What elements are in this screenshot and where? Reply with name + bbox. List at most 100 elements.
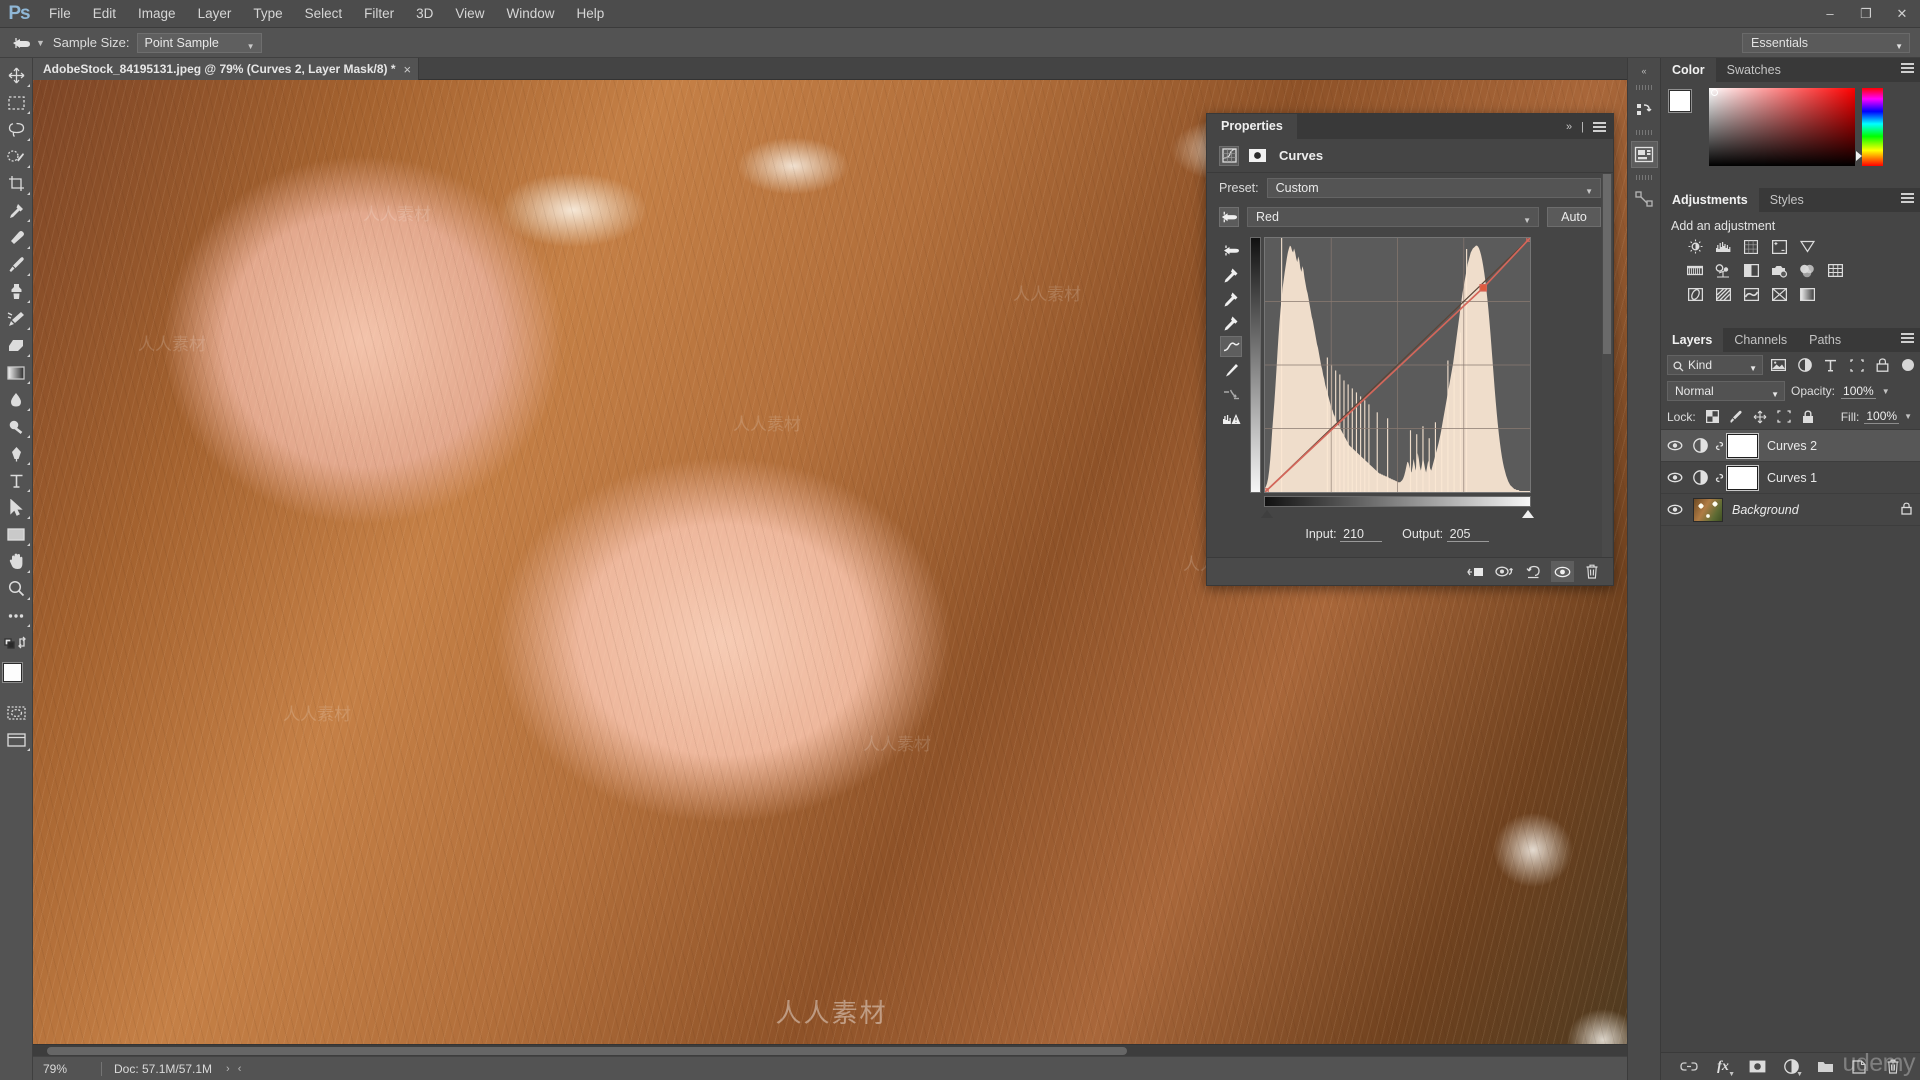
tab-layers[interactable]: Layers bbox=[1661, 328, 1724, 352]
foreground-color-swatch[interactable] bbox=[1669, 90, 1691, 112]
black-point-eyedropper-icon[interactable] bbox=[1220, 264, 1242, 285]
spot-healing-brush-tool[interactable] bbox=[1, 224, 32, 251]
menu-image[interactable]: Image bbox=[127, 0, 187, 28]
tab-adjustments[interactable]: Adjustments bbox=[1661, 188, 1759, 212]
curves-icon[interactable] bbox=[1739, 237, 1763, 256]
panel-grip[interactable] bbox=[1635, 85, 1653, 90]
panel-menu-icon[interactable] bbox=[1901, 193, 1914, 203]
zoom-tool[interactable] bbox=[1, 575, 32, 602]
adjustment-layer-icon[interactable] bbox=[1687, 470, 1713, 485]
layer-visibility-icon[interactable] bbox=[1663, 472, 1687, 483]
move-tool[interactable] bbox=[1, 62, 32, 89]
close-icon[interactable]: × bbox=[404, 62, 412, 77]
link-layers-icon[interactable] bbox=[1679, 1057, 1699, 1077]
panel-menu-icon[interactable] bbox=[1901, 63, 1914, 73]
add-layer-mask-icon[interactable] bbox=[1747, 1057, 1767, 1077]
filter-adjustment-layers-icon[interactable] bbox=[1794, 355, 1815, 375]
rectangular-marquee-tool[interactable] bbox=[1, 89, 32, 116]
status-collapse-icon[interactable]: ‹ bbox=[238, 1063, 242, 1075]
menu-view[interactable]: View bbox=[444, 0, 495, 28]
layer-name[interactable]: Background bbox=[1732, 503, 1799, 517]
menu-select[interactable]: Select bbox=[294, 0, 354, 28]
blend-mode-select[interactable]: Normal ▼ bbox=[1667, 381, 1785, 401]
hue-strip[interactable] bbox=[1856, 88, 1883, 166]
foreground-color-swatch[interactable] bbox=[2, 663, 22, 682]
filter-kind-select[interactable]: Kind ▼ bbox=[1667, 355, 1763, 375]
layer-style-icon[interactable]: fx ▼ bbox=[1713, 1057, 1735, 1078]
properties-scrollbar[interactable] bbox=[1602, 174, 1612, 574]
layer-visibility-icon[interactable] bbox=[1663, 440, 1687, 451]
tab-swatches[interactable]: Swatches bbox=[1716, 58, 1792, 82]
foreground-background-color[interactable] bbox=[1, 662, 32, 694]
color-lookup-icon[interactable] bbox=[1823, 261, 1847, 280]
canvas-horizontal-scrollbar[interactable] bbox=[33, 1044, 1710, 1056]
brightness-contrast-icon[interactable] bbox=[1683, 237, 1707, 256]
smooth-curve-icon[interactable] bbox=[1220, 384, 1242, 405]
panel-menu-icon[interactable] bbox=[1901, 333, 1914, 343]
black-point-slider[interactable] bbox=[1261, 510, 1273, 518]
hue-slider-marker[interactable] bbox=[1856, 151, 1862, 161]
black-white-icon[interactable] bbox=[1739, 261, 1763, 280]
path-selection-tool[interactable] bbox=[1, 494, 32, 521]
output-value[interactable]: 205 bbox=[1446, 527, 1489, 542]
view-previous-state-icon[interactable] bbox=[1493, 561, 1516, 582]
menu-3d[interactable]: 3D bbox=[405, 0, 444, 28]
opacity-value[interactable]: 100% bbox=[1841, 384, 1876, 399]
table-row[interactable]: Curves 2 bbox=[1661, 430, 1920, 462]
menu-help[interactable]: Help bbox=[565, 0, 615, 28]
curve-point-tool-icon[interactable] bbox=[1220, 336, 1242, 357]
horizontal-type-tool[interactable] bbox=[1, 467, 32, 494]
photo-filter-icon[interactable] bbox=[1767, 261, 1791, 280]
menu-type[interactable]: Type bbox=[242, 0, 293, 28]
tab-channels[interactable]: Channels bbox=[1723, 328, 1798, 352]
quick-selection-tool[interactable] bbox=[1, 143, 32, 170]
edit-toolbar-tool[interactable] bbox=[1, 602, 32, 629]
channel-mixer-icon[interactable] bbox=[1795, 261, 1819, 280]
lock-position-icon[interactable] bbox=[1751, 407, 1770, 426]
toggle-visibility-icon[interactable] bbox=[1551, 561, 1574, 582]
zoom-level[interactable]: 79% bbox=[43, 1062, 99, 1076]
layer-name[interactable]: Curves 2 bbox=[1767, 439, 1817, 453]
layer-link-icon[interactable] bbox=[1713, 471, 1726, 485]
levels-icon[interactable] bbox=[1711, 237, 1735, 256]
layer-name[interactable]: Curves 1 bbox=[1767, 471, 1817, 485]
tab-color[interactable]: Color bbox=[1661, 58, 1716, 82]
paths-panel-icon[interactable] bbox=[1630, 186, 1658, 213]
table-row[interactable]: Background bbox=[1661, 494, 1920, 526]
curves-icon[interactable] bbox=[1219, 145, 1239, 166]
pencil-draw-curve-icon[interactable] bbox=[1220, 360, 1242, 381]
clip-to-layer-icon[interactable] bbox=[1464, 561, 1487, 582]
channel-select[interactable]: Red ▼ bbox=[1247, 207, 1539, 227]
layer-mask-thumbnail-icon[interactable] bbox=[1247, 146, 1267, 166]
curves-graph[interactable] bbox=[1264, 237, 1531, 493]
menu-filter[interactable]: Filter bbox=[353, 0, 405, 28]
layer-mask-thumbnail[interactable] bbox=[1727, 465, 1758, 490]
quick-mask-mode-icon[interactable] bbox=[1, 699, 32, 726]
menu-layer[interactable]: Layer bbox=[187, 0, 243, 28]
history-brush-tool[interactable] bbox=[1, 305, 32, 332]
eyedropper-tool[interactable] bbox=[1, 197, 32, 224]
lock-image-pixels-icon[interactable] bbox=[1727, 407, 1746, 426]
rectangle-tool[interactable] bbox=[1, 521, 32, 548]
adjustment-layer-icon[interactable] bbox=[1687, 438, 1713, 453]
collapse-icon[interactable]: » bbox=[1566, 121, 1572, 133]
eyedropper-icon[interactable] bbox=[8, 31, 34, 54]
blur-tool[interactable] bbox=[1, 386, 32, 413]
white-point-eyedropper-icon[interactable] bbox=[1220, 312, 1242, 333]
histogram-options-icon[interactable] bbox=[1220, 408, 1242, 429]
workspace-select[interactable]: Essentials ▼ bbox=[1742, 32, 1910, 53]
target-adjustment-icon[interactable] bbox=[1220, 240, 1242, 261]
sample-size-select[interactable]: Point Sample ▼ bbox=[136, 32, 262, 53]
delete-layer-icon[interactable] bbox=[1883, 1057, 1903, 1077]
layer-link-icon[interactable] bbox=[1713, 439, 1726, 453]
menu-file[interactable]: File bbox=[38, 0, 82, 28]
minimize-button[interactable]: – bbox=[1812, 0, 1848, 28]
invert-icon[interactable] bbox=[1683, 285, 1707, 304]
auto-button[interactable]: Auto bbox=[1547, 207, 1601, 227]
delete-layer-icon[interactable] bbox=[1580, 561, 1603, 582]
scrollbar-thumb[interactable] bbox=[47, 1047, 1127, 1055]
target-adjustment-icon[interactable] bbox=[1219, 207, 1239, 227]
hand-tool[interactable] bbox=[1, 548, 32, 575]
posterize-icon[interactable] bbox=[1711, 285, 1735, 304]
exposure-icon[interactable] bbox=[1767, 237, 1791, 256]
